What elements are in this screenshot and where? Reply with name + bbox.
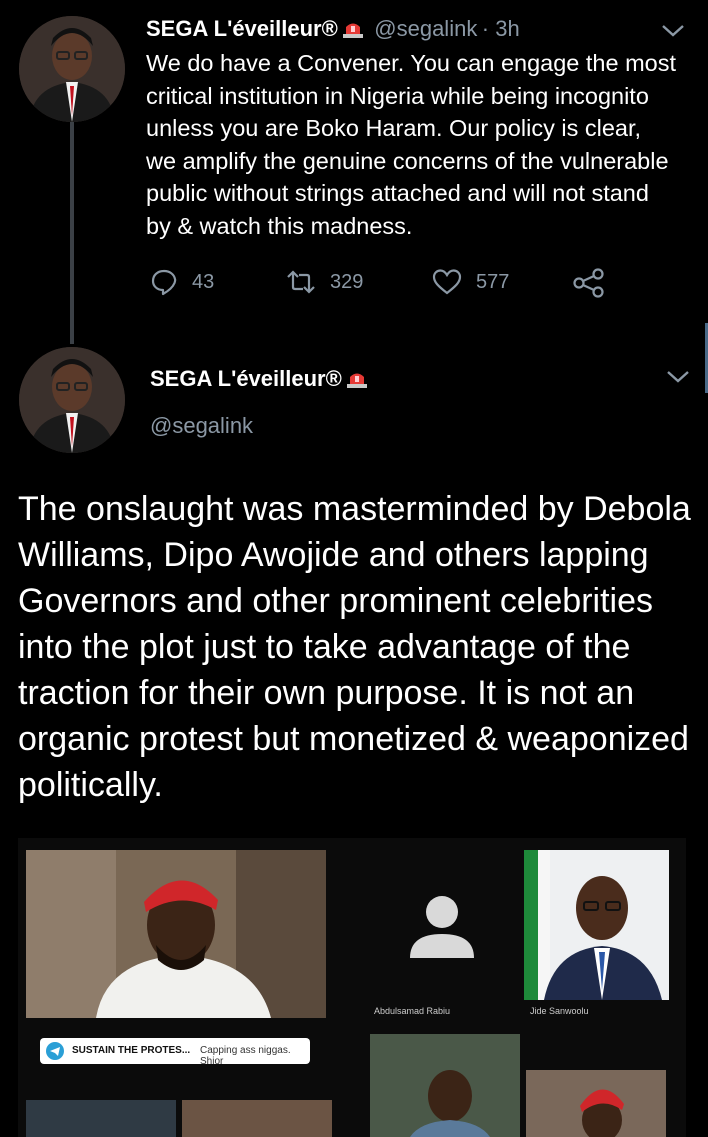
- siren-emoji-icon: [342, 23, 363, 38]
- user-placeholder-icon: [410, 896, 474, 958]
- thread-line: [70, 122, 74, 344]
- video-tile-participant: [182, 1100, 332, 1137]
- reply-button[interactable]: 43: [150, 268, 214, 296]
- participant-name: Abdulsamad Rabiu: [374, 1006, 451, 1016]
- siren-emoji-icon: [346, 373, 367, 388]
- avatar[interactable]: [19, 16, 125, 122]
- timestamp[interactable]: · 3h: [482, 16, 520, 41]
- tweet-media[interactable]: Abdulsamad Rabiu Jide Sanwoolu SUSTAIN T…: [18, 838, 686, 1137]
- tweet1-actions: 43 329 577: [150, 268, 620, 304]
- tweet2-header: SEGA L'éveilleur®: [150, 366, 368, 392]
- video-tile-participant: [524, 850, 669, 1000]
- like-icon: [432, 269, 462, 295]
- chat-banner: SUSTAIN THE PROTES... Capping ass niggas…: [40, 1038, 310, 1064]
- display-name[interactable]: SEGA L'éveilleur®: [150, 366, 342, 391]
- share-button[interactable]: [572, 268, 606, 298]
- participant-name: Jide Sanwoolu: [530, 1006, 589, 1016]
- tweet1-header: SEGA L'éveilleur® @segalink · 3h: [146, 16, 520, 42]
- participant-video: [26, 850, 326, 1018]
- video-tile-participant: [26, 1100, 176, 1137]
- chat-title: SUSTAIN THE PROTES...: [72, 1045, 191, 1056]
- participant-video: [526, 1070, 666, 1137]
- reply-icon: [151, 269, 177, 296]
- retweet-button[interactable]: 329: [286, 268, 363, 296]
- avatar[interactable]: [19, 347, 125, 453]
- telegram-icon: [46, 1042, 64, 1060]
- chat-preview: Capping ass niggas. Shior: [200, 1045, 291, 1064]
- like-count: 577: [476, 270, 510, 293]
- video-tile-placeholder: [358, 850, 508, 1018]
- video-tile-participant: [370, 1034, 520, 1137]
- share-icon: [573, 268, 604, 298]
- handle[interactable]: @segalink: [150, 413, 253, 439]
- like-button[interactable]: 577: [432, 268, 509, 296]
- reply-count: 43: [192, 270, 215, 293]
- chevron-down-icon[interactable]: [660, 22, 686, 40]
- avatar-image: [19, 347, 125, 453]
- participant-video: [370, 1034, 520, 1137]
- video-tile-participant: [26, 850, 326, 1018]
- chevron-down-icon[interactable]: [665, 368, 691, 386]
- handle[interactable]: @segalink: [374, 16, 477, 41]
- tweet1-text: We do have a Convener. You can engage th…: [146, 50, 677, 239]
- retweet-count: 329: [330, 270, 364, 293]
- video-tile-participant: [526, 1070, 666, 1137]
- tweet2-text: The onslaught was masterminded by Debola…: [18, 490, 691, 804]
- retweet-icon: [287, 270, 315, 294]
- display-name[interactable]: SEGA L'éveilleur®: [146, 16, 338, 41]
- avatar-image: [19, 16, 125, 122]
- participant-video: [524, 850, 669, 1000]
